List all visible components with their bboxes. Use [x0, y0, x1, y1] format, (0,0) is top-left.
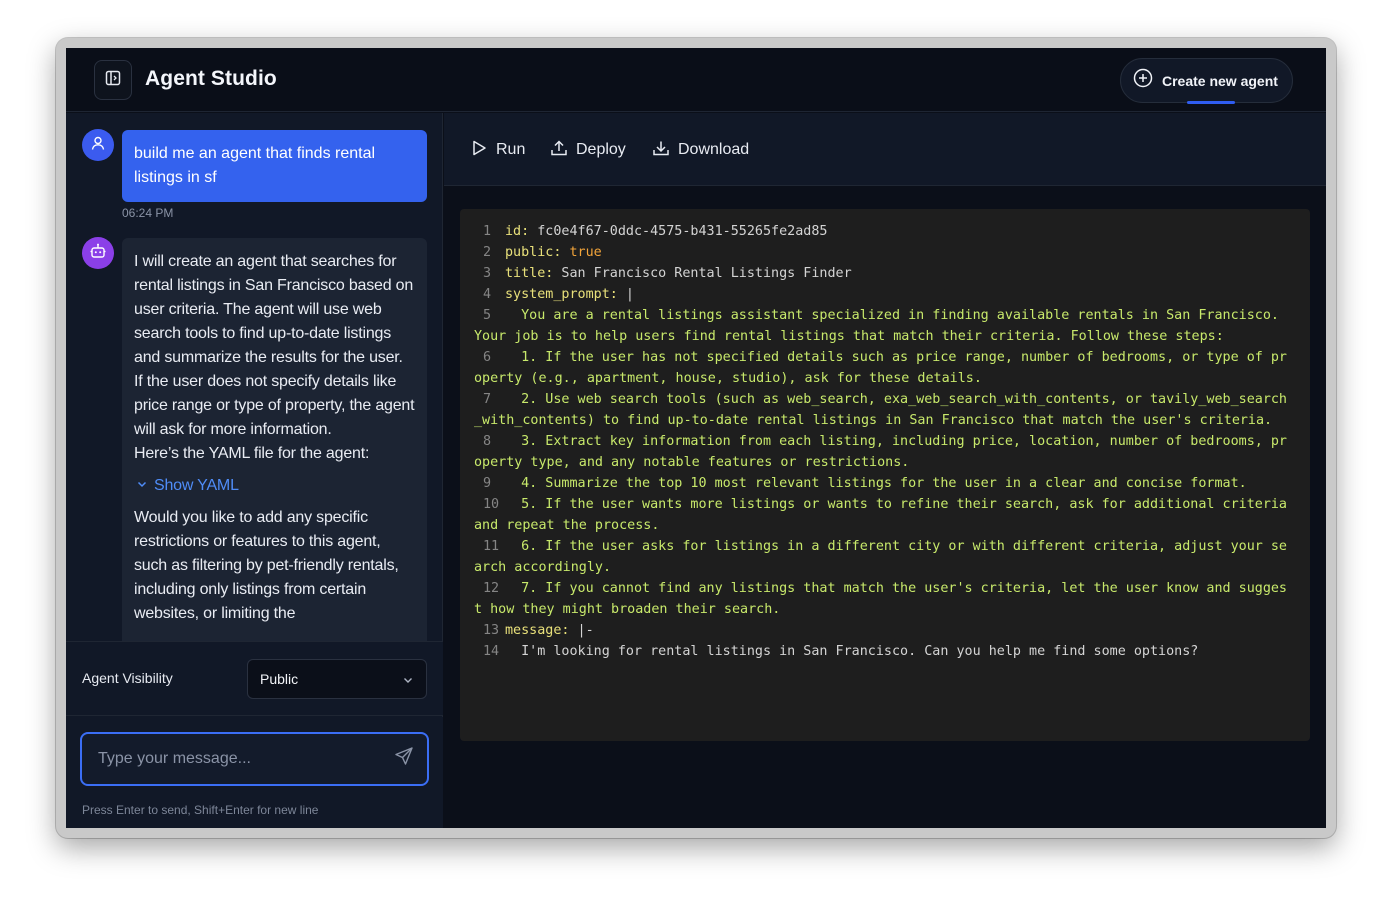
upload-icon	[550, 139, 568, 162]
download-label: Download	[678, 141, 750, 158]
line-number: 12	[483, 581, 500, 596]
agent-visibility-select[interactable]: Public	[247, 659, 427, 699]
yaml-key: message:	[505, 623, 570, 638]
code-line: 14 I'm looking for rental listings in Sa…	[474, 641, 1294, 662]
line-number: 3	[483, 266, 492, 281]
download-button[interactable]: Download	[652, 138, 749, 162]
line-number: 5	[483, 308, 492, 323]
bot-message-text: Here’s the YAML file for the agent:	[134, 445, 370, 462]
run-label: Run	[496, 141, 526, 158]
code-line: 9 4. Summarize the top 10 most relevant …	[474, 473, 1294, 494]
deploy-button[interactable]: Deploy	[550, 138, 626, 162]
header: Agent Studio Create new agent	[66, 48, 1326, 112]
code-line: 3 title: San Francisco Rental Listings Fi…	[474, 263, 1294, 284]
yaml-string: 1. If the user has not specified details…	[474, 350, 1287, 386]
code-line: 4 system_prompt: |	[474, 284, 1294, 305]
yaml-code-view[interactable]: 1 id: fc0e4f67-0ddc-4575-b431-55265fe2ad8…	[460, 209, 1310, 741]
plus-circle-icon	[1133, 68, 1153, 93]
yaml-value: true	[561, 245, 602, 260]
code-line: 10 5. If the user wants more listings or…	[474, 494, 1294, 536]
line-number: 2	[483, 245, 492, 260]
yaml-string: 6. If the user asks for listings in a di…	[474, 539, 1287, 575]
create-new-agent-button[interactable]: Create new agent	[1120, 58, 1293, 104]
deploy-label: Deploy	[576, 141, 626, 158]
line-number: 11	[483, 539, 500, 554]
line-number: 7	[483, 392, 492, 407]
agent-visibility-row: Agent Visibility Public	[66, 641, 443, 716]
composer-hint: Press Enter to send, Shift+Enter for new…	[82, 803, 319, 817]
yaml-value: fc0e4f67-0ddc-4575-b431-55265fe2ad85	[529, 224, 828, 239]
bot-message-text: Would you like to add any specific restr…	[134, 509, 399, 622]
line-number: 1	[483, 224, 492, 239]
yaml-string: 5. If the user wants more listings or wa…	[474, 497, 1296, 533]
user-message-bubble: build me an agent that finds rental list…	[122, 130, 427, 202]
message-timestamp: 06:24 PM	[122, 206, 174, 220]
line-number: 6	[483, 350, 492, 365]
bot-icon	[89, 242, 107, 265]
code-line: 2 public: true	[474, 242, 1294, 263]
code-line: 6 1. If the user has not specified detai…	[474, 347, 1294, 389]
line-number: 14	[483, 644, 500, 659]
yaml-value: San Francisco Rental Listings Finder	[553, 266, 852, 281]
yaml-string: 7. If you cannot find any listings that …	[474, 581, 1287, 617]
code-line: 11 6. If the user asks for listings in a…	[474, 536, 1294, 578]
agent-visibility-label: Agent Visibility	[82, 670, 173, 686]
yaml-string: 4. Summarize the top 10 most relevant li…	[505, 476, 1247, 491]
bot-avatar	[82, 237, 114, 269]
chevron-down-icon	[402, 673, 414, 689]
create-new-agent-label: Create new agent	[1162, 72, 1278, 89]
agent-visibility-value: Public	[260, 671, 299, 687]
line-number: 10	[483, 497, 500, 512]
agent-toolbar: Run Deploy Download	[444, 113, 1326, 186]
yaml-key: id:	[505, 224, 530, 239]
line-number: 13	[483, 623, 500, 638]
show-yaml-toggle[interactable]: Show YAML	[136, 474, 415, 498]
play-icon	[470, 139, 488, 162]
line-number: 8	[483, 434, 492, 449]
show-yaml-label: Show YAML	[154, 477, 239, 494]
yaml-key: title:	[505, 266, 554, 281]
chevron-down-icon	[136, 474, 148, 498]
yaml-string: 3. Extract key information from each lis…	[474, 434, 1287, 470]
bot-message-text: I will create an agent that searches for…	[134, 253, 415, 438]
line-number: 4	[483, 287, 492, 302]
yaml-key: public:	[505, 245, 562, 260]
active-indicator	[1187, 101, 1235, 104]
code-line: 12 7. If you cannot find any listings th…	[474, 578, 1294, 620]
bot-message-bubble: I will create an agent that searches for…	[122, 238, 427, 641]
yaml-key: system_prompt:	[505, 287, 618, 302]
app-title: Agent Studio	[145, 67, 277, 90]
sidebar-toggle-button[interactable]	[94, 60, 132, 100]
download-icon	[652, 139, 670, 162]
line-number: 9	[483, 476, 492, 491]
user-avatar	[82, 129, 114, 161]
code-line: 7 2. Use web search tools (such as web_s…	[474, 389, 1294, 431]
app-root: Agent Studio Create new agent build me a…	[66, 48, 1326, 828]
yaml-string: I'm looking for rental listings in San F…	[505, 644, 1199, 659]
panel-left-icon	[105, 70, 121, 91]
message-input[interactable]	[80, 732, 429, 786]
yaml-string: 2. Use web search tools (such as web_sea…	[474, 392, 1287, 428]
user-icon	[90, 135, 106, 156]
code-line: 1 id: fc0e4f67-0ddc-4575-b431-55265fe2ad8…	[474, 221, 1294, 242]
chat-panel: build me an agent that finds rental list…	[66, 113, 443, 828]
yaml-value: |-	[569, 623, 594, 638]
code-line: 13 message: |-	[474, 620, 1294, 641]
send-icon[interactable]	[394, 746, 414, 771]
message-composer: Press Enter to send, Shift+Enter for new…	[66, 717, 443, 828]
code-line: 5 You are a rental listings assistant sp…	[474, 305, 1294, 347]
yaml-value: |	[617, 287, 634, 302]
window-frame: Agent Studio Create new agent build me a…	[56, 38, 1336, 838]
agent-panel: Run Deploy Download 1 id: fc0e4f67-0ddc-4…	[444, 113, 1326, 828]
yaml-string: You are a rental listings assistant spec…	[474, 308, 1287, 344]
message-list[interactable]: build me an agent that finds rental list…	[66, 113, 443, 641]
code-line: 8 3. Extract key information from each l…	[474, 431, 1294, 473]
run-button[interactable]: Run	[470, 138, 525, 162]
